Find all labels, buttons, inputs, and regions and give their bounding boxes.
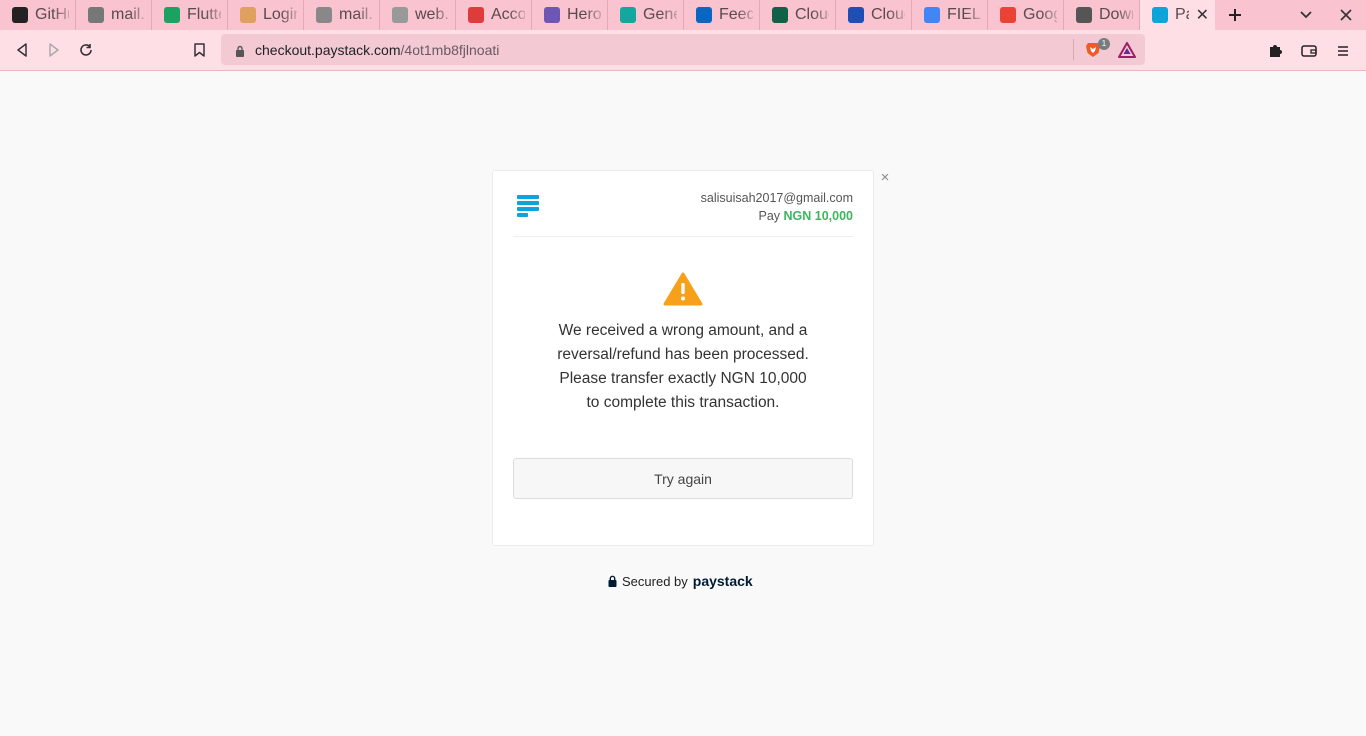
hamburger-menu-icon	[1338, 45, 1348, 56]
account-icon	[468, 7, 484, 23]
tab-fade	[585, 0, 607, 30]
forward-arrow-icon	[49, 43, 59, 57]
reload-button[interactable]	[70, 34, 102, 66]
diamond-icon	[620, 7, 636, 23]
chevron-down-icon	[1300, 11, 1312, 19]
linkedin-icon	[696, 7, 712, 23]
tab-list-button[interactable]	[1286, 0, 1326, 30]
tab-label: Pay	[1175, 6, 1189, 23]
browser-tab[interactable]: Pay ✕	[1140, 0, 1215, 30]
browser-tab[interactable]: Login	[228, 0, 304, 30]
facebook-icon	[392, 7, 408, 23]
gmail-icon	[316, 7, 332, 23]
browser-tab[interactable]: Down	[1064, 0, 1140, 30]
close-tab-icon[interactable]: ✕	[1196, 5, 1209, 25]
heroku-icon	[544, 7, 560, 23]
cloud-icon	[848, 7, 864, 23]
plus-icon	[1229, 9, 1241, 21]
browser-tab[interactable]: Herok	[532, 0, 608, 30]
tab-fade	[737, 0, 759, 30]
tab-fade	[281, 0, 303, 30]
download-icon	[1076, 7, 1092, 23]
tab-fade	[433, 0, 455, 30]
browser-tab[interactable]: web.f	[380, 0, 456, 30]
github-icon	[12, 7, 28, 23]
bookmark-icon	[193, 43, 205, 57]
tab-fade	[509, 0, 531, 30]
tab-fade	[129, 0, 151, 30]
tab-fade	[205, 0, 227, 30]
tab-strip: GitHumail.cFlutteLoginmail.gweb.fAccouHe…	[0, 0, 1366, 30]
tab-fade	[965, 0, 987, 30]
browser-tab[interactable]: mail.g	[304, 0, 380, 30]
customer-email: salisuisah2017@gmail.com	[700, 191, 853, 205]
lock-icon	[608, 575, 617, 587]
new-tab-button[interactable]	[1215, 0, 1255, 30]
pay-label: Pay	[758, 209, 781, 223]
secured-by-footer: Secured by paystack	[608, 573, 753, 589]
url-host: checkout.paystack.com	[255, 41, 401, 58]
tab-fade	[53, 0, 75, 30]
tab-fade	[1041, 0, 1063, 30]
checkout-header: salisuisah2017@gmail.com Pay NGN 10,000	[513, 189, 853, 237]
docs-icon	[924, 7, 940, 23]
forward-button[interactable]	[38, 34, 70, 66]
url-path: /4ot1mb8fjlnoati	[400, 41, 500, 58]
leaf-icon	[240, 7, 256, 23]
extensions-button[interactable]	[1258, 35, 1292, 67]
secured-by-label: Secured by	[622, 573, 688, 589]
wallet-button[interactable]	[1292, 35, 1326, 67]
shields-count-badge: 1	[1098, 38, 1110, 50]
tab-fade	[889, 0, 911, 30]
tab-fade	[357, 0, 379, 30]
browser-toolbar: checkout.paystack.com/4ot1mb8fjlnoati 1	[0, 30, 1366, 71]
url-text[interactable]: checkout.paystack.com/4ot1mb8fjlnoati	[255, 42, 499, 58]
mongodb-icon	[772, 7, 788, 23]
tab-fade	[661, 0, 683, 30]
lock-icon[interactable]	[235, 44, 245, 57]
browser-tab[interactable]: Gener	[608, 0, 684, 30]
close-window-button[interactable]	[1326, 0, 1366, 30]
paystack-logo	[517, 195, 541, 217]
close-icon	[1340, 9, 1352, 21]
tabs-container: GitHumail.cFlutteLoginmail.gweb.fAccouHe…	[0, 0, 1215, 30]
paystack-wordmark[interactable]: paystack	[693, 573, 753, 589]
try-again-button[interactable]: Try again	[513, 458, 853, 499]
bookmark-button[interactable]	[183, 34, 215, 66]
browser-tab[interactable]: Cloud	[760, 0, 836, 30]
pay-amount: NGN 10,000	[783, 209, 853, 223]
browser-tab[interactable]: Flutte	[152, 0, 228, 30]
browser-tab[interactable]: GitHu	[0, 0, 76, 30]
reload-icon	[80, 44, 92, 56]
brave-rewards-icon[interactable]	[1118, 42, 1136, 58]
warning-icon	[663, 272, 703, 306]
browser-tab[interactable]: FIELD	[912, 0, 988, 30]
address-bar[interactable]: checkout.paystack.com/4ot1mb8fjlnoati 1	[221, 34, 1145, 65]
paystack-icon	[1152, 7, 1168, 23]
menu-button[interactable]	[1326, 35, 1360, 67]
globe-icon	[88, 7, 104, 23]
address-bar-divider	[1073, 39, 1074, 60]
back-arrow-icon	[17, 43, 27, 57]
browser-tab[interactable]: mail.c	[76, 0, 152, 30]
wallet-icon	[1301, 45, 1317, 57]
error-message: We received a wrong amount, and a revers…	[557, 322, 809, 411]
toolbar-actions	[1258, 30, 1366, 71]
browser-tab[interactable]: Feed	[684, 0, 760, 30]
checkout-card: salisuisah2017@gmail.com Pay NGN 10,000 …	[492, 170, 874, 546]
tab-fade	[1117, 0, 1139, 30]
browser-tab[interactable]: Accou	[456, 0, 532, 30]
tab-fade	[813, 0, 835, 30]
browser-tab[interactable]: Cloud	[836, 0, 912, 30]
back-button[interactable]	[6, 34, 38, 66]
google-icon	[1000, 7, 1016, 23]
puzzle-icon	[1269, 45, 1282, 57]
pay-amount-line: Pay NGN 10,000	[758, 209, 853, 223]
browser-tab[interactable]: Goog	[988, 0, 1064, 30]
flutterwave-icon	[164, 7, 180, 23]
close-checkout-button[interactable]: ×	[878, 170, 892, 185]
window-controls	[1286, 0, 1366, 30]
